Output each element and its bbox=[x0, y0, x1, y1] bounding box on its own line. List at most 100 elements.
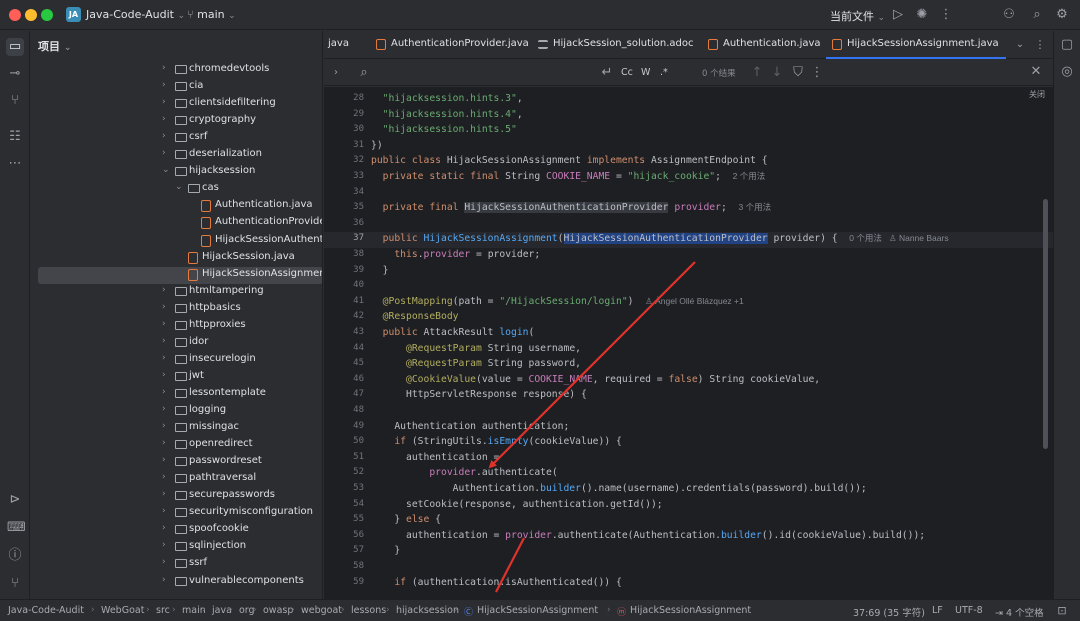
add-user-icon[interactable]: ⚇ bbox=[1001, 8, 1017, 22]
chevron-right-icon[interactable]: › bbox=[162, 387, 171, 397]
tree-item[interactable]: › htmltampering bbox=[31, 284, 322, 301]
search-history-icon[interactable]: ⌕ bbox=[356, 66, 372, 80]
project-tool-icon[interactable]: ▭ bbox=[6, 38, 24, 56]
tree-item[interactable]: ⌄ hijacksession bbox=[31, 164, 322, 181]
tree-item[interactable]: › spoofcookie bbox=[31, 522, 322, 539]
chevron-down-icon[interactable]: ⌄ bbox=[162, 165, 171, 175]
chevron-right-icon[interactable]: › bbox=[162, 131, 171, 141]
branch-switcher[interactable]: ⑂ main ⌄ bbox=[187, 8, 236, 21]
chevron-right-icon[interactable]: › bbox=[162, 489, 171, 499]
tree-item[interactable]: › pathtraversal bbox=[31, 471, 322, 488]
chevron-right-icon[interactable]: › bbox=[162, 421, 171, 431]
find-input[interactable] bbox=[376, 64, 591, 82]
close-find-icon[interactable]: ✕ bbox=[1028, 65, 1044, 79]
notifications-icon[interactable]: ▢ bbox=[1059, 38, 1075, 52]
tree-item[interactable]: › missingac bbox=[31, 420, 322, 437]
lock-icon[interactable]: ⊡ bbox=[1054, 604, 1070, 618]
chevron-down-icon[interactable]: ⌄ bbox=[175, 182, 184, 192]
chevron-right-icon[interactable]: › bbox=[162, 575, 171, 585]
chevron-right-icon[interactable]: › bbox=[162, 302, 171, 312]
chevron-right-icon[interactable]: › bbox=[162, 148, 171, 158]
words-toggle[interactable]: W bbox=[641, 67, 650, 78]
chevron-right-icon[interactable]: › bbox=[162, 336, 171, 346]
new-line-icon[interactable]: ↵ bbox=[599, 66, 615, 80]
tree-item[interactable]: › chromedevtools bbox=[31, 62, 322, 79]
chevron-right-icon[interactable]: › bbox=[162, 438, 171, 448]
more-icon[interactable]: ⋮ bbox=[809, 66, 825, 80]
tree-item[interactable]: › passwordreset bbox=[31, 454, 322, 471]
services-icon[interactable]: ⊳ bbox=[7, 493, 23, 507]
tree-item[interactable]: › lessontemplate bbox=[31, 386, 322, 403]
tree-item[interactable]: › openredirect bbox=[31, 437, 322, 454]
pull-requests-icon[interactable]: ⑂ bbox=[7, 94, 23, 108]
settings-icon[interactable]: ⚙ bbox=[1054, 8, 1070, 22]
editor-tab[interactable]: AuthenticationProvider.java bbox=[370, 31, 530, 59]
breadcrumb-item[interactable]: lessons bbox=[351, 605, 386, 616]
breadcrumb-item[interactable]: WebGoat bbox=[101, 605, 144, 616]
tree-item[interactable]: › securepasswords bbox=[31, 488, 322, 505]
file-encoding[interactable]: UTF-8 bbox=[955, 605, 983, 616]
terminal-icon[interactable]: ⌨ bbox=[7, 521, 26, 535]
breadcrumb-item[interactable]: HijackSessionAssignment bbox=[630, 605, 751, 616]
indent-setting[interactable]: ⇥ 4 个空格 bbox=[995, 605, 1044, 619]
tree-item[interactable]: HijackSession.java bbox=[31, 250, 322, 267]
filter-icon[interactable]: ⛉ bbox=[790, 66, 806, 80]
editor-tab[interactable]: HijackSession_solution.adoc bbox=[532, 31, 702, 59]
project-badge[interactable]: JA bbox=[66, 7, 81, 22]
editor-tab[interactable]: HijackSessionAssignment.java bbox=[826, 31, 1006, 59]
tree-item[interactable]: AuthenticationProvider.ja bbox=[31, 215, 322, 232]
problems-icon[interactable]: ⓘ bbox=[7, 549, 23, 563]
chevron-right-icon[interactable]: › bbox=[162, 506, 171, 516]
project-panel-title[interactable]: 项目 ⌄ bbox=[38, 38, 71, 54]
more-tools-icon[interactable]: ⋯ bbox=[7, 157, 23, 171]
breadcrumb-item[interactable]: HijackSessionAssignment bbox=[477, 605, 598, 616]
tree-item[interactable]: › clientsidefiltering bbox=[31, 96, 322, 113]
tree-item[interactable]: › cia bbox=[31, 79, 322, 96]
chevron-right-icon[interactable]: › bbox=[162, 404, 171, 414]
breadcrumb-item[interactable]: src bbox=[156, 605, 170, 616]
tree-item[interactable]: HijackSessionAssignment.ja bbox=[38, 266, 322, 284]
regex-toggle[interactable]: .* bbox=[660, 67, 668, 78]
next-occurrence-icon[interactable]: ↓ bbox=[769, 66, 785, 80]
tree-item[interactable]: › logging bbox=[31, 403, 322, 420]
project-switcher[interactable]: Java-Code-Audit ⌄ bbox=[86, 8, 185, 21]
chevron-right-icon[interactable]: › bbox=[162, 80, 171, 90]
run-icon[interactable]: ▷ bbox=[890, 8, 906, 22]
tree-item[interactable]: › httpproxies bbox=[31, 318, 322, 335]
chevron-right-icon[interactable]: › bbox=[162, 353, 171, 363]
caret-position[interactable]: 37:69 (35 字符) bbox=[853, 605, 925, 619]
tree-item[interactable]: › jwt bbox=[31, 369, 322, 386]
tree-item[interactable]: › deserialization bbox=[31, 147, 322, 164]
tree-item[interactable]: ⌄ cas bbox=[31, 181, 322, 198]
close-window-button[interactable] bbox=[9, 9, 21, 21]
match-case-toggle[interactable]: Cc bbox=[621, 67, 633, 78]
chevron-right-icon[interactable]: › bbox=[162, 557, 171, 567]
tree-item[interactable]: › httpbasics bbox=[31, 301, 322, 318]
run-config-selector[interactable]: 当前文件 ⌄ bbox=[830, 8, 885, 24]
search-icon[interactable]: ⌕ bbox=[1029, 8, 1045, 22]
previous-occurrence-icon[interactable]: ↑ bbox=[749, 66, 765, 80]
line-ending[interactable]: LF bbox=[932, 605, 943, 616]
tree-item[interactable]: › idor bbox=[31, 335, 322, 352]
tree-item[interactable]: HijackSessionAuthentica bbox=[31, 233, 322, 250]
chevron-right-icon[interactable]: › bbox=[162, 455, 171, 465]
breadcrumb-item[interactable]: owasp bbox=[263, 605, 293, 616]
more-icon[interactable]: ⋮ bbox=[938, 8, 954, 22]
ai-assistant-icon[interactable]: ◎ bbox=[1059, 65, 1075, 79]
tree-item[interactable]: › vulnerablecomponents bbox=[31, 574, 322, 591]
chevron-right-icon[interactable]: › bbox=[162, 63, 171, 73]
tree-item[interactable]: › cryptography bbox=[31, 113, 322, 130]
chevron-right-icon[interactable]: › bbox=[162, 97, 171, 107]
breadcrumb-item[interactable]: webgoat bbox=[301, 605, 342, 616]
chevron-down-icon[interactable]: ⌄ bbox=[1012, 38, 1028, 52]
chevron-right-icon[interactable]: › bbox=[162, 540, 171, 550]
chevron-right-icon[interactable]: › bbox=[162, 319, 171, 329]
editor-tab[interactable]: java bbox=[324, 31, 364, 59]
tree-item[interactable]: › insecurelogin bbox=[31, 352, 322, 369]
breadcrumb-item[interactable]: Java-Code-Audit bbox=[8, 605, 84, 616]
editor-tab[interactable]: Authentication.java bbox=[702, 31, 822, 59]
tree-item[interactable]: › sqlinjection bbox=[31, 539, 322, 556]
tree-item[interactable]: › csrf bbox=[31, 130, 322, 147]
code-editor[interactable]: 关闭 28 29 30 31 32 33 34 35 36 37 38 39 40 41 42 43 44 45 4… bbox=[324, 87, 1053, 599]
debug-icon[interactable]: ✺ bbox=[914, 8, 930, 22]
